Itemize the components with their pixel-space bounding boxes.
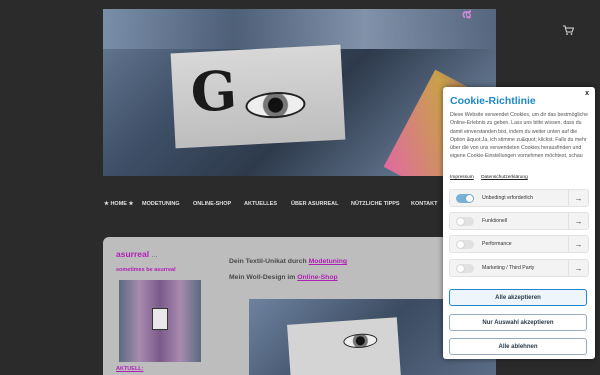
sidebar-title: asurreal ... [116, 249, 157, 259]
option-label: Performance [482, 241, 512, 247]
main-navigation: ★ HOME ★ MODETUNING ONLINE-SHOP AKTUELLE… [103, 198, 496, 212]
toggle-functional[interactable] [456, 216, 474, 226]
accept-selection-button[interactable]: Nur Auswahl akzeptieren [449, 314, 587, 331]
intro-line-2-text: Mein Woll-Design im [229, 274, 298, 281]
sidebar-title-dots: ... [151, 252, 158, 259]
toggle-performance[interactable] [456, 239, 474, 249]
sidebar-image [119, 280, 201, 362]
nav-item-aktuelles[interactable]: AKTUELLES [244, 201, 277, 207]
header-banner-image: G asurreal [103, 9, 496, 176]
close-icon[interactable]: x [585, 90, 589, 97]
sidebar-image-figure [152, 308, 168, 330]
arrow-right-icon[interactable]: → [568, 259, 588, 277]
arrow-right-icon[interactable]: → [568, 189, 588, 207]
datenschutz-link[interactable]: Datenschutzerklärung [481, 175, 528, 180]
nav-item-ueber-asurreal[interactable]: ÜBER ASURREAL [291, 201, 338, 207]
option-label: Funktionell [482, 218, 508, 224]
intro-line-modetuning: Dein Textil-Unikat durch Modetuning [229, 258, 347, 265]
nav-item-nuetzliche-tipps[interactable]: NÜTZLICHE TIPPS [351, 201, 400, 207]
modetuning-link[interactable]: Modetuning [309, 258, 348, 265]
reject-all-button[interactable]: Alle ablehnen [449, 338, 587, 355]
cookie-description: Diese Website verwendet Cookies, um dir … [450, 112, 589, 160]
banner-eye [244, 90, 307, 120]
toggle-marketing[interactable] [456, 263, 474, 273]
accept-all-button[interactable]: Alle akzeptieren [449, 289, 587, 306]
sidebar-aktuell-link[interactable]: AKTUELL: [116, 366, 144, 372]
nav-item-home[interactable]: ★ HOME ★ [104, 201, 133, 207]
banner-letter: G [189, 58, 239, 125]
arrow-right-icon[interactable]: → [568, 235, 588, 253]
nav-item-kontakt[interactable]: KONTAKT [411, 201, 437, 207]
arrow-right-icon[interactable]: → [568, 212, 588, 230]
impressum-link[interactable]: Impressum [450, 175, 474, 180]
option-label: Marketing / Third Party [482, 265, 535, 271]
content-panel: asurreal ... sometimes be asurreal AKTUE… [103, 237, 496, 375]
cookie-option-necessary: Unbedingt erforderlich → [449, 189, 589, 207]
main-image-patch [287, 317, 401, 375]
cookie-option-performance: Performance → [449, 235, 589, 253]
sidebar-subtitle: sometimes be asurreal [116, 267, 176, 273]
sidebar-title-text: asurreal [116, 249, 150, 259]
nav-item-modetuning[interactable]: MODETUNING [142, 201, 180, 207]
cookie-option-functional: Funktionell → [449, 212, 589, 230]
toggle-necessary[interactable] [456, 193, 474, 203]
banner-patch: G [170, 44, 346, 149]
cookie-dialog: x Cookie-Richtlinie Diese Website verwen… [443, 87, 595, 359]
option-label: Unbedingt erforderlich [482, 195, 534, 201]
nav-item-online-shop[interactable]: ONLINE-SHOP [193, 201, 231, 207]
cookie-option-marketing: Marketing / Third Party → [449, 259, 589, 277]
cookie-title: Cookie-Richtlinie [450, 95, 536, 107]
intro-line-1-text: Dein Textil-Unikat durch [229, 258, 309, 265]
cookie-links: Impressum Datenschutzerklärung [450, 175, 534, 180]
intro-line-online-shop: Mein Woll-Design im Online-Shop [229, 274, 338, 281]
banner-side-text: asurreal [458, 9, 476, 19]
banner-denim [103, 9, 496, 49]
shopping-cart-icon[interactable] [563, 25, 575, 37]
main-image-eye [342, 332, 378, 350]
online-shop-link[interactable]: Online-Shop [297, 274, 337, 281]
